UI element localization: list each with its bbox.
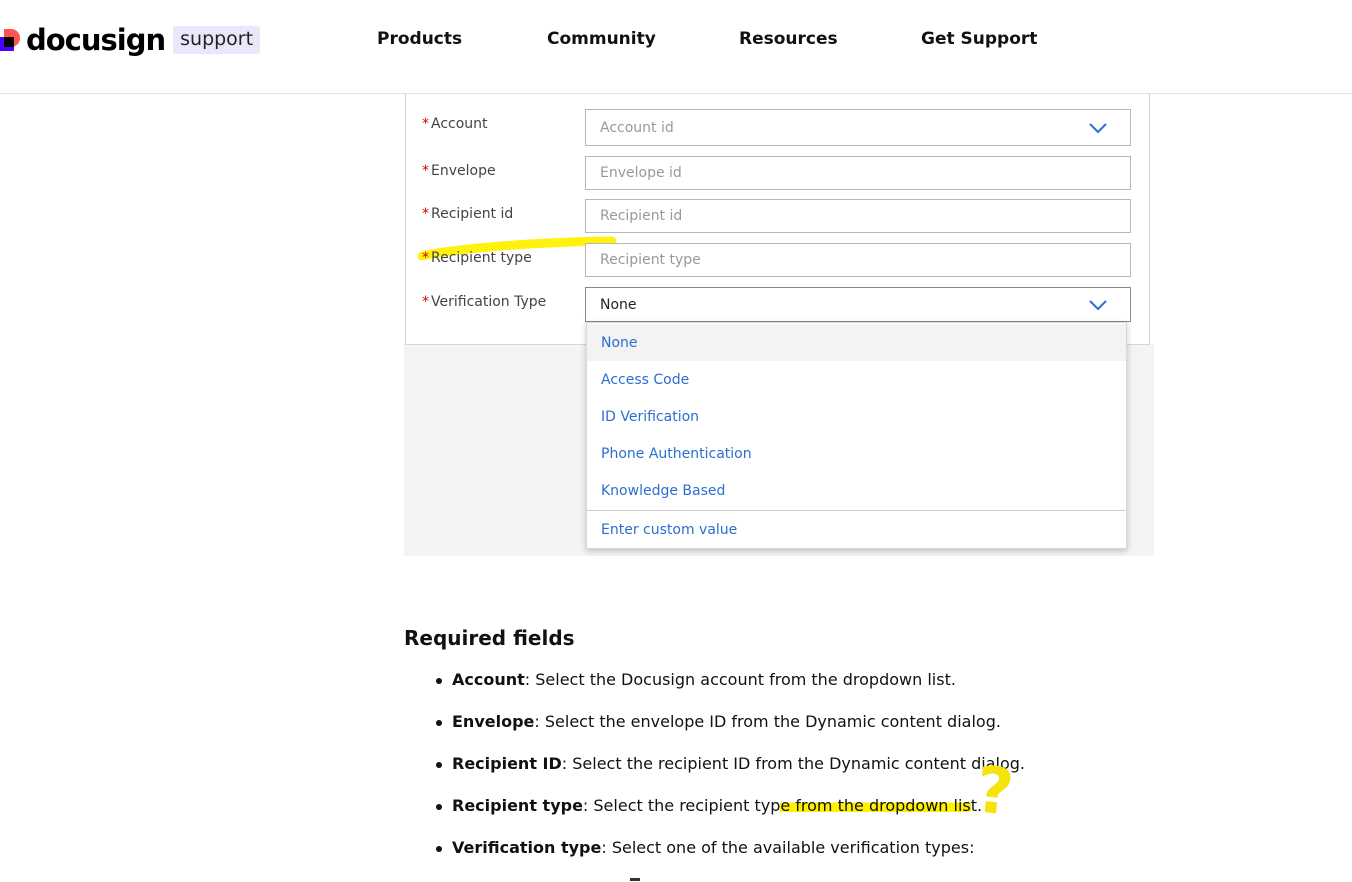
site-header: docusign support Products Community Reso… bbox=[0, 0, 1352, 94]
required-fields-list: Account: Select the Docusign account fro… bbox=[436, 668, 1136, 878]
list-item-recipient-type: Recipient type: Select the recipient typ… bbox=[436, 794, 1136, 836]
verification-type-options: None Access Code ID Verification Phone A… bbox=[586, 322, 1127, 549]
verification-type-value: None bbox=[600, 296, 637, 313]
verification-type-dropdown[interactable]: None bbox=[585, 287, 1131, 322]
nav-get-support[interactable]: Get Support bbox=[921, 29, 1037, 49]
bullet bbox=[436, 720, 442, 726]
term-verification-type: Verification type bbox=[452, 838, 602, 857]
chevron-down-icon bbox=[1089, 123, 1107, 134]
description-recipient-id: : Select the recipient ID from the Dynam… bbox=[561, 754, 1025, 773]
description-verification-type: : Select one of the available verificati… bbox=[601, 838, 975, 857]
recipient-id-input[interactable]: Recipient id bbox=[585, 199, 1131, 233]
option-none[interactable]: None bbox=[587, 324, 1126, 361]
term-recipient-type: Recipient type bbox=[452, 796, 583, 815]
list-item-account: Account: Select the Docusign account fro… bbox=[436, 668, 1136, 710]
term-account: Account bbox=[452, 670, 525, 689]
option-access-code[interactable]: Access Code bbox=[587, 361, 1126, 398]
nav-community[interactable]: Community bbox=[547, 29, 656, 49]
description-account: : Select the Docusign account from the d… bbox=[524, 670, 956, 689]
envelope-label: * Envelope bbox=[422, 163, 496, 179]
nav-products[interactable]: Products bbox=[377, 29, 462, 49]
list-item-recipient-id: Recipient ID: Select the recipient ID fr… bbox=[436, 752, 1136, 794]
docusign-logo-mark-icon bbox=[0, 27, 22, 53]
logo-wordmark: docusign bbox=[26, 23, 166, 57]
bullet bbox=[436, 678, 442, 684]
envelope-placeholder: Envelope id bbox=[600, 165, 682, 181]
list-item-verification-type: Verification type: Select one of the ava… bbox=[436, 836, 1136, 878]
description-envelope: : Select the envelope ID from the Dynami… bbox=[534, 712, 1001, 731]
nav-resources[interactable]: Resources bbox=[739, 29, 838, 49]
support-badge: support bbox=[173, 26, 261, 54]
recipient-type-placeholder: Recipient type bbox=[600, 252, 701, 268]
option-knowledge-based[interactable]: Knowledge Based bbox=[587, 472, 1126, 509]
chevron-down-icon bbox=[1089, 300, 1107, 311]
description-recipient-type: : Select the recipient typ bbox=[582, 796, 781, 815]
recipient-type-label: * Recipient type bbox=[422, 250, 532, 266]
recipient-id-placeholder: Recipient id bbox=[600, 208, 683, 224]
cropped-content-fragment bbox=[630, 878, 640, 881]
bullet bbox=[436, 846, 442, 852]
account-label: * Account bbox=[422, 116, 488, 132]
verification-type-label: * Verification Type bbox=[422, 294, 547, 310]
term-envelope: Envelope bbox=[452, 712, 535, 731]
term-recipient-id: Recipient ID bbox=[452, 754, 562, 773]
envelope-input[interactable]: Envelope id bbox=[585, 156, 1131, 190]
docusign-logo[interactable]: docusign support bbox=[0, 20, 261, 60]
recipient-id-label: * Recipient id bbox=[422, 206, 514, 222]
account-placeholder: Account id bbox=[600, 119, 674, 136]
option-id-verification[interactable]: ID Verification bbox=[587, 398, 1126, 435]
list-item-envelope: Envelope: Select the envelope ID from th… bbox=[436, 710, 1136, 752]
question-mark-annotation: ? bbox=[972, 753, 1017, 831]
bullet bbox=[436, 762, 442, 768]
bullet bbox=[436, 804, 442, 810]
account-dropdown[interactable]: Account id bbox=[585, 109, 1131, 146]
highlighted-text: e from the dropdown lis bbox=[780, 796, 971, 815]
option-phone-authentication[interactable]: Phone Authentication bbox=[587, 435, 1126, 472]
required-fields-heading: Required fields bbox=[404, 626, 575, 650]
recipient-type-input[interactable]: Recipient type bbox=[585, 243, 1131, 277]
option-enter-custom-value[interactable]: Enter custom value bbox=[587, 511, 1126, 548]
